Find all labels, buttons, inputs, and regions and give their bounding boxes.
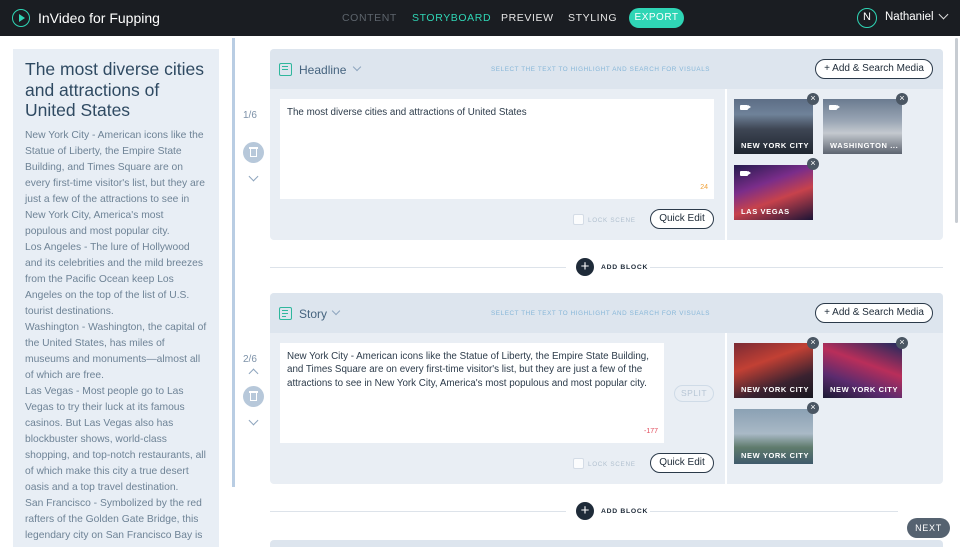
script-title: The most diverse cities and attractions … <box>25 59 204 120</box>
script-paragraph: San Francisco - Symbolized by the red ra… <box>25 497 203 541</box>
scene-text-editor[interactable]: The most diverse cities and attractions … <box>280 99 714 199</box>
remove-media-icon[interactable]: × <box>807 93 819 105</box>
scene-card-headline: Headline SELECT THE TEXT TO HIGHLIGHT AN… <box>270 49 943 240</box>
quick-edit-button[interactable]: Quick Edit <box>650 453 714 473</box>
script-panel[interactable]: The most diverse cities and attractions … <box>13 49 219 547</box>
remove-media-icon[interactable]: × <box>807 158 819 170</box>
tab-content[interactable]: CONTENT <box>342 12 397 24</box>
panel-resize-handle[interactable] <box>232 38 235 487</box>
tab-styling[interactable]: STYLING <box>568 12 617 24</box>
chevron-up-icon[interactable] <box>248 368 259 379</box>
media-thumbnail[interactable]: NEW YORK CITY <box>823 343 902 398</box>
media-thumbnail[interactable]: WASHINGTON ... <box>823 99 902 154</box>
scene-text[interactable]: New York City - American icons like the … <box>287 351 649 389</box>
story-type-icon <box>279 307 292 320</box>
add-search-media-button[interactable]: + Add & Search Media <box>815 59 933 79</box>
tab-storyboard[interactable]: STORYBOARD <box>412 12 491 24</box>
lock-scene-label: LOCK SCENE <box>588 461 636 468</box>
script-paragraph: Washington - Washington, the capital of … <box>25 321 207 381</box>
tab-preview[interactable]: PREVIEW <box>501 12 554 24</box>
chevron-down-icon[interactable] <box>352 62 362 72</box>
top-nav-bar: InVideo for Fupping CONTENT STORYBOARD P… <box>0 0 960 36</box>
search-hint: SELECT THE TEXT TO HIGHLIGHT AND SEARCH … <box>491 310 711 317</box>
media-thumbnail[interactable]: NEW YORK CITY <box>734 99 813 154</box>
chevron-down-icon[interactable] <box>331 306 341 316</box>
add-block-divider <box>270 267 566 268</box>
chevron-down-icon[interactable] <box>248 415 259 426</box>
video-camera-icon <box>829 105 840 110</box>
export-button[interactable]: EXPORT <box>629 8 684 28</box>
script-paragraph: New York City - American icons like the … <box>25 129 205 237</box>
scene-card-next <box>270 540 943 547</box>
video-camera-icon <box>740 171 751 176</box>
media-thumbnail[interactable]: NEW YORK CITY <box>734 343 813 398</box>
delete-scene-button[interactable] <box>243 142 264 163</box>
remove-media-icon[interactable]: × <box>807 337 819 349</box>
remove-media-icon[interactable]: × <box>896 93 908 105</box>
user-name[interactable]: Nathaniel <box>885 11 934 23</box>
add-block-button[interactable]: + <box>576 258 594 276</box>
remove-media-icon[interactable]: × <box>896 337 908 349</box>
scene-header: Story SELECT THE TEXT TO HIGHLIGHT AND S… <box>270 293 943 333</box>
add-block-divider <box>650 511 898 512</box>
add-block-divider <box>270 511 566 512</box>
media-caption: NEW YORK CITY <box>741 141 810 150</box>
chevron-down-icon[interactable] <box>938 9 949 20</box>
headline-type-icon <box>279 63 292 76</box>
split-button[interactable]: SPLIT <box>674 385 714 402</box>
script-paragraph: Los Angeles - The lure of Hollywood and … <box>25 241 204 317</box>
scene-text-editor[interactable]: New York City - American icons like the … <box>280 343 664 443</box>
media-caption: WASHINGTON ... <box>830 141 899 150</box>
script-paragraph: Las Vegas - Most people go to Las Vegas … <box>25 385 206 493</box>
next-button[interactable]: NEXT <box>907 518 950 538</box>
play-circle-icon[interactable] <box>12 9 30 27</box>
add-block-button[interactable]: + <box>576 502 594 520</box>
scene-card-story: Story SELECT THE TEXT TO HIGHLIGHT AND S… <box>270 293 943 484</box>
add-search-media-button[interactable]: + Add & Search Media <box>815 303 933 323</box>
media-caption: NEW YORK CITY <box>741 451 810 460</box>
scene-index: 2/6 <box>243 354 257 365</box>
media-caption: LAS VEGAS <box>741 207 790 216</box>
media-thumbnail[interactable]: NEW YORK CITY <box>734 409 813 464</box>
delete-scene-button[interactable] <box>243 386 264 407</box>
scene-index: 1/6 <box>243 110 257 121</box>
media-caption: NEW YORK CITY <box>830 385 899 394</box>
add-block-divider <box>650 267 943 268</box>
add-block-label[interactable]: ADD BLOCK <box>601 508 648 515</box>
video-camera-icon <box>740 105 751 110</box>
char-count: -177 <box>643 427 658 435</box>
page-scrollbar[interactable] <box>955 38 958 223</box>
char-count: 24 <box>700 183 708 191</box>
quick-edit-button[interactable]: Quick Edit <box>650 209 714 229</box>
scene-header: Headline SELECT THE TEXT TO HIGHLIGHT AN… <box>270 49 943 89</box>
add-block-label[interactable]: ADD BLOCK <box>601 264 648 271</box>
lock-scene-label: LOCK SCENE <box>588 217 636 224</box>
scene-type-label[interactable]: Story <box>299 307 327 321</box>
remove-media-icon[interactable]: × <box>807 402 819 414</box>
media-thumbnail[interactable]: LAS VEGAS <box>734 165 813 220</box>
chevron-down-icon[interactable] <box>248 171 259 182</box>
media-caption: NEW YORK CITY <box>741 385 810 394</box>
scene-text[interactable]: The most diverse cities and attractions … <box>287 107 527 118</box>
media-divider <box>725 333 727 484</box>
app-title[interactable]: InVideo for Fupping <box>38 10 160 26</box>
avatar[interactable]: N <box>857 8 877 28</box>
search-hint: SELECT THE TEXT TO HIGHLIGHT AND SEARCH … <box>491 66 711 73</box>
lock-scene-checkbox[interactable] <box>573 458 584 469</box>
lock-scene-checkbox[interactable] <box>573 214 584 225</box>
scene-type-label[interactable]: Headline <box>299 63 346 77</box>
media-divider <box>725 89 727 240</box>
